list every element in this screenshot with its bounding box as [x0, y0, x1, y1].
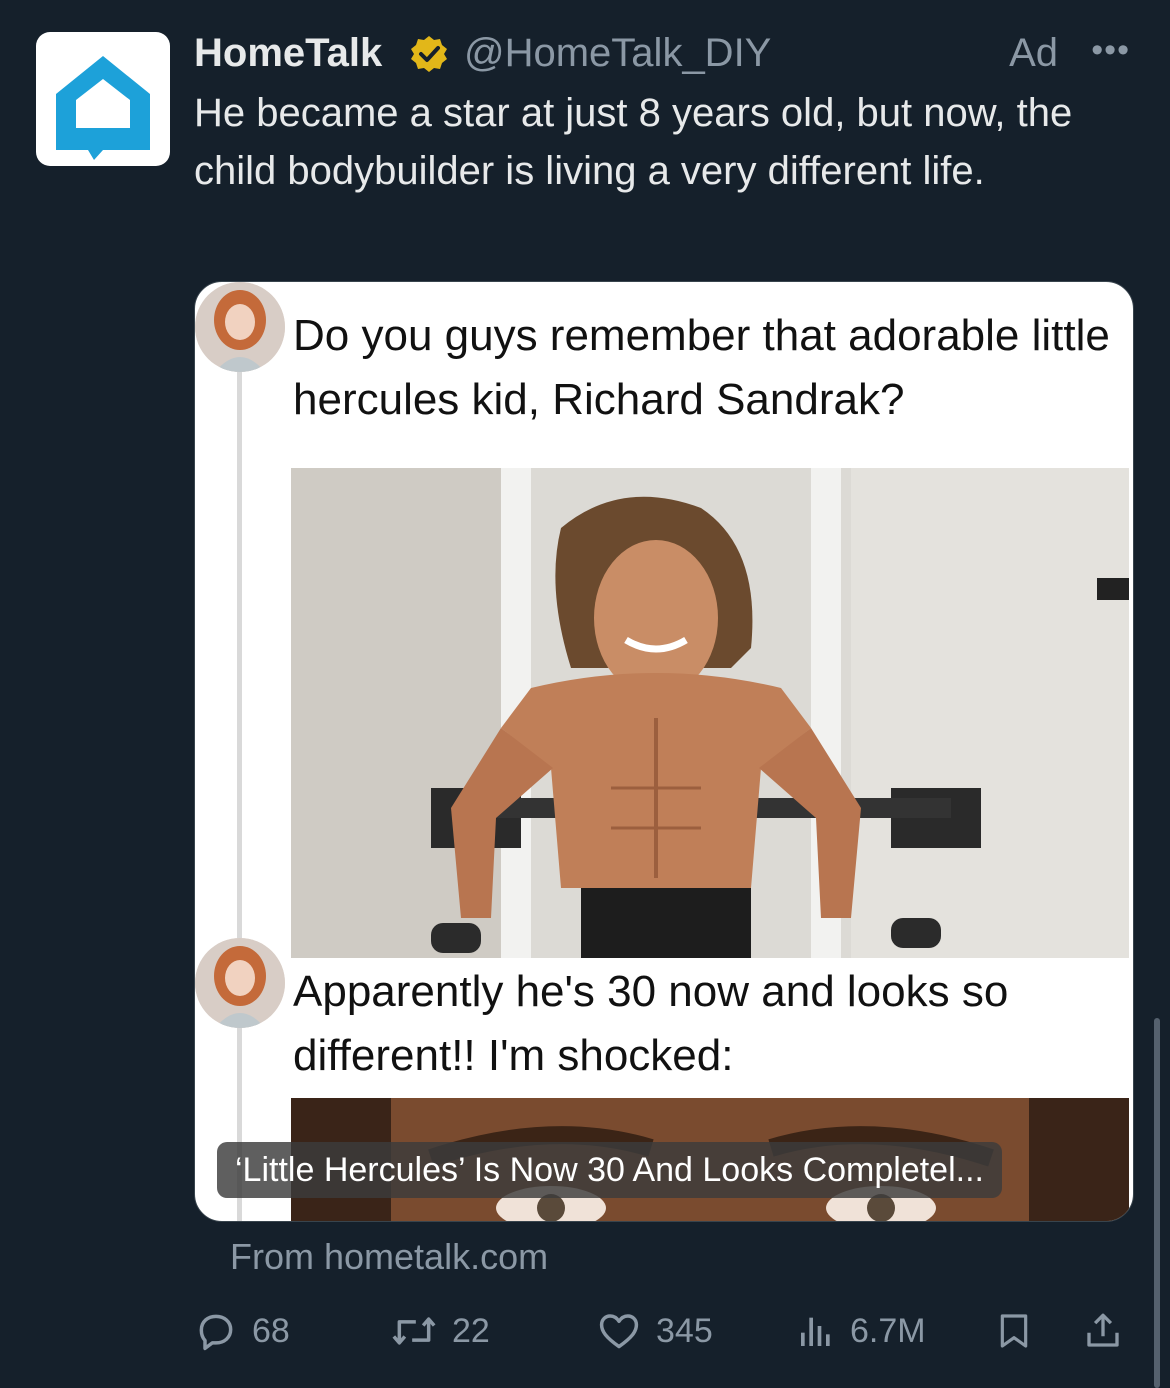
- author-handle[interactable]: @HomeTalk_DIY: [464, 30, 771, 76]
- reply-icon: [199, 1314, 233, 1351]
- like-icon: [599, 1314, 639, 1349]
- more-options-icon[interactable]: •••: [1091, 30, 1130, 70]
- account-avatar[interactable]: [36, 32, 170, 166]
- source-link[interactable]: From hometalk.com: [230, 1234, 548, 1280]
- author-name[interactable]: HomeTalk: [194, 30, 382, 76]
- thread-line: [237, 370, 242, 1221]
- media-card[interactable]: Do you guys remember that adorable littl…: [194, 281, 1134, 1222]
- action-bar: 68 22 345 6.7M: [194, 1306, 1134, 1356]
- tweet-text: He became a star at just 8 years old, bu…: [194, 91, 1073, 193]
- card-caption: ‘Little Hercules’ Is Now 30 And Looks Co…: [217, 1142, 1002, 1198]
- bookmark-icon: [1000, 1314, 1028, 1348]
- share-button[interactable]: [1082, 1306, 1138, 1356]
- like-button[interactable]: 345: [596, 1306, 713, 1356]
- verified-badge-icon: [411, 36, 447, 72]
- tweet-header: HomeTalk @HomeTalk_DIY Ad •••: [194, 30, 1130, 80]
- repost-icon: [392, 1317, 436, 1345]
- hometalk-logo-icon: [56, 56, 150, 160]
- repost-button[interactable]: 22: [390, 1306, 490, 1356]
- views-button[interactable]: 6.7M: [796, 1306, 926, 1356]
- poster-avatar-2: [195, 938, 285, 1028]
- post-text-1: Do you guys remember that adorable littl…: [293, 311, 1110, 424]
- share-icon: [1087, 1313, 1119, 1347]
- bookmark-button[interactable]: [994, 1306, 1048, 1356]
- repost-count: 22: [452, 1311, 490, 1350]
- scrollbar[interactable]: [1154, 1018, 1160, 1388]
- views-count: 6.7M: [850, 1311, 926, 1350]
- like-count: 345: [656, 1311, 713, 1350]
- child-photo: [291, 468, 1129, 958]
- post-text-2: Apparently he's 30 now and looks so diff…: [293, 967, 1009, 1080]
- views-icon: [801, 1317, 830, 1346]
- reply-button[interactable]: 68: [194, 1306, 290, 1356]
- poster-avatar: [195, 282, 285, 372]
- ad-label: Ad: [1009, 31, 1058, 75]
- reply-count: 68: [252, 1311, 290, 1350]
